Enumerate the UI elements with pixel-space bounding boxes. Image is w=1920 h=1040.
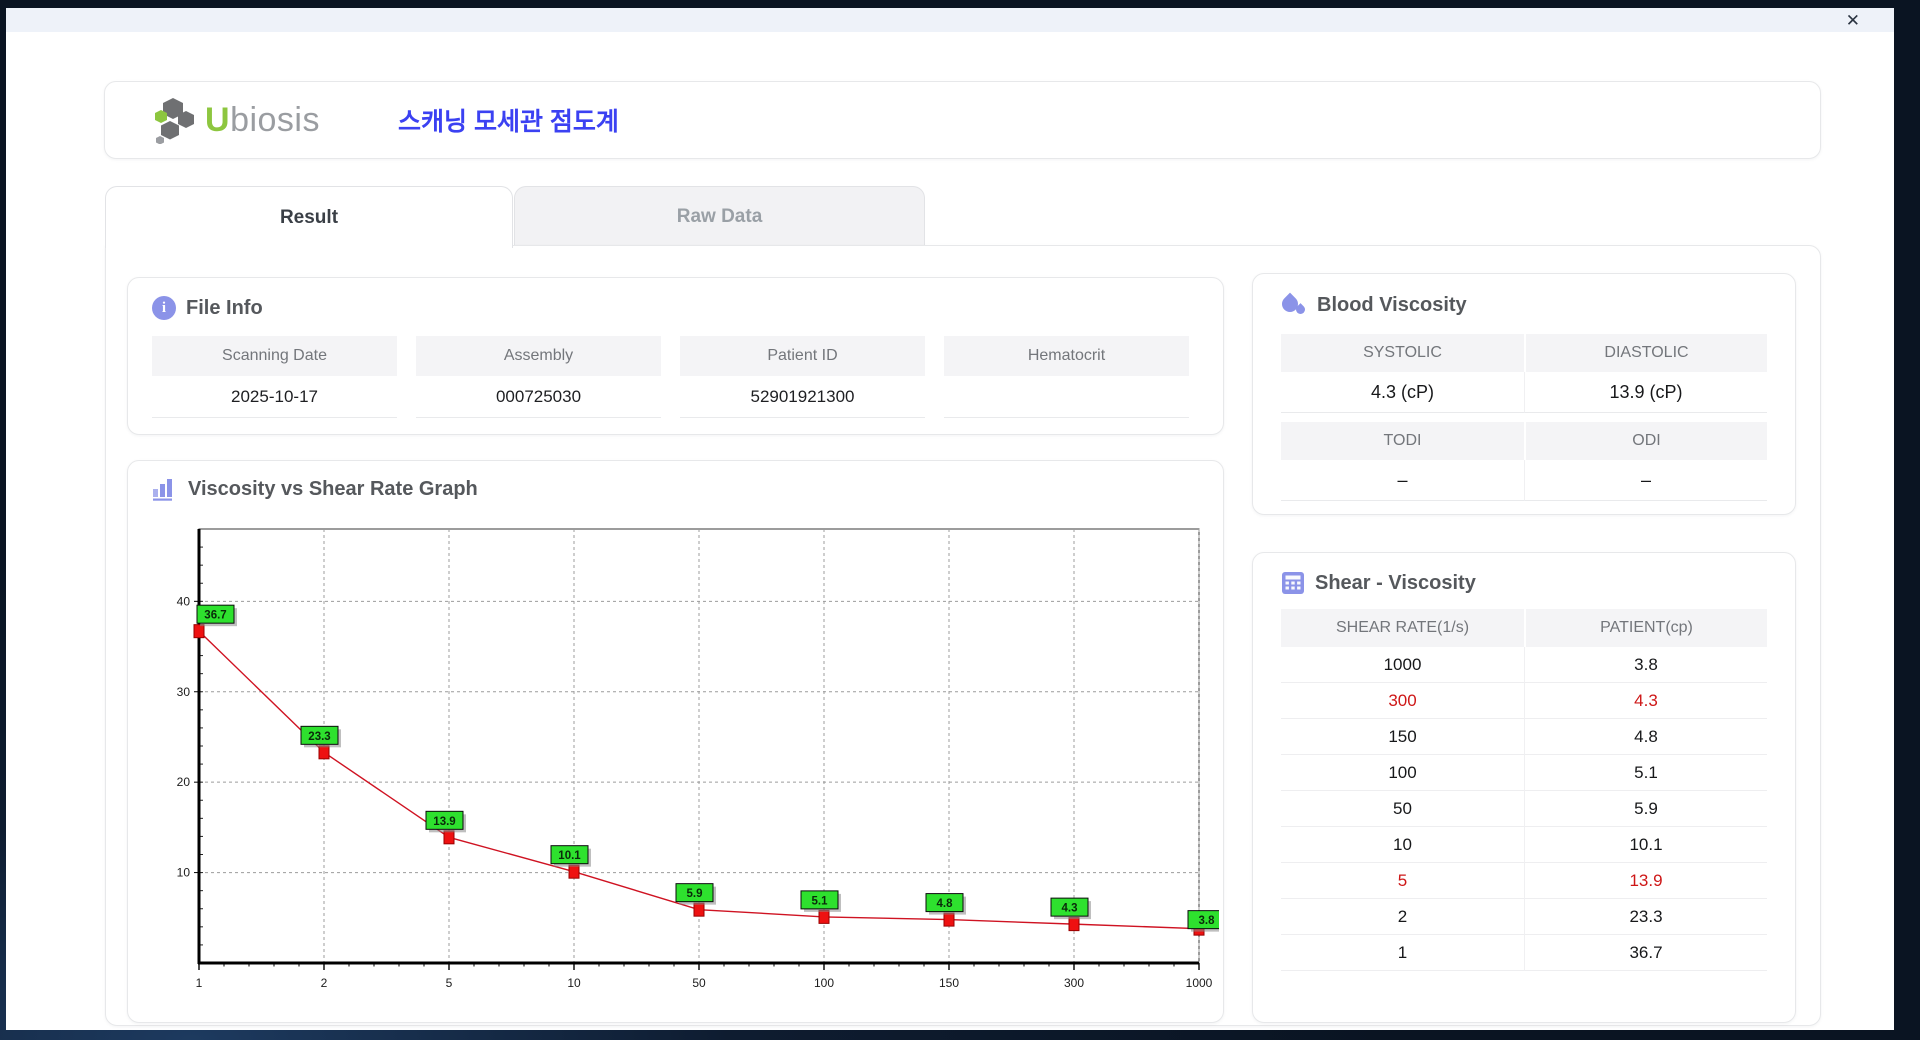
svg-text:10: 10 xyxy=(567,976,581,990)
svg-text:1000: 1000 xyxy=(1186,976,1213,990)
patient-cell: 5.1 xyxy=(1524,755,1767,791)
main-content: i File Info Scanning Date 2025-10-17 Assem… xyxy=(105,245,1821,1026)
field-label: Patient ID xyxy=(680,336,925,376)
svg-text:36.7: 36.7 xyxy=(204,610,226,622)
svg-text:300: 300 xyxy=(1064,976,1084,990)
svg-text:50: 50 xyxy=(692,976,706,990)
table-row: 10 10.1 xyxy=(1281,827,1767,863)
svg-text:10: 10 xyxy=(177,866,191,880)
svg-text:30: 30 xyxy=(177,685,191,699)
file-info-fields: Scanning Date 2025-10-17 Assembly 000725030… xyxy=(152,336,1223,418)
table-row: 300 4.3 xyxy=(1281,683,1767,719)
ubiosis-logo-text: Ubiosis xyxy=(205,100,320,139)
table-row: 5 13.9 xyxy=(1281,863,1767,899)
table-row: 1000 3.8 xyxy=(1281,647,1767,683)
svg-text:5.9: 5.9 xyxy=(687,888,703,900)
svg-text:5: 5 xyxy=(446,976,453,990)
shear-rate-cell: 1000 xyxy=(1281,647,1524,683)
svg-text:4.8: 4.8 xyxy=(937,898,954,910)
systolic-value: 4.3 (cP) xyxy=(1281,372,1524,413)
shear-viscosity-card: Shear - Viscosity SHEAR RATE(1/s) PATIEN… xyxy=(1252,552,1796,1023)
blood-viscosity-title: Blood Viscosity xyxy=(1317,293,1467,316)
svg-text:3.8: 3.8 xyxy=(1199,915,1216,927)
table-row: 2 23.3 xyxy=(1281,899,1767,935)
svg-text:13.9: 13.9 xyxy=(433,816,455,828)
field-value: 52901921300 xyxy=(680,376,925,418)
svg-text:5.1: 5.1 xyxy=(812,895,829,907)
close-icon[interactable]: ✕ xyxy=(1846,12,1860,29)
shear-rate-cell: 300 xyxy=(1281,683,1524,719)
field-label: Assembly xyxy=(416,336,661,376)
svg-text:100: 100 xyxy=(814,976,834,990)
blood-viscosity-card: Blood Viscosity SYSTOLIC DIASTOLIC 4.3 (… xyxy=(1252,273,1796,515)
patient-column-header: PATIENT(cp) xyxy=(1524,609,1767,647)
blood-viscosity-table: SYSTOLIC DIASTOLIC 4.3 (cP) 13.9 (cP) TO… xyxy=(1281,334,1767,501)
svg-text:1: 1 xyxy=(196,976,203,990)
svg-text:20: 20 xyxy=(177,775,191,789)
info-icon: i xyxy=(152,296,176,320)
file-info-field-scanning-date: Scanning Date 2025-10-17 xyxy=(152,336,397,418)
patient-cell: 23.3 xyxy=(1524,899,1767,935)
table-row: 100 5.1 xyxy=(1281,755,1767,791)
tab-raw-data[interactable]: Raw Data xyxy=(514,186,925,247)
ubiosis-logo: Ubiosis xyxy=(153,96,320,144)
ubiosis-logo-icon xyxy=(155,98,194,144)
shear-rate-cell: 2 xyxy=(1281,899,1524,935)
patient-cell: 36.7 xyxy=(1524,935,1767,971)
svg-text:23.3: 23.3 xyxy=(308,731,330,743)
shear-rate-cell: 150 xyxy=(1281,719,1524,755)
table-row: 50 5.9 xyxy=(1281,791,1767,827)
odi-value: – xyxy=(1524,460,1767,501)
patient-cell: 5.9 xyxy=(1524,791,1767,827)
diastolic-header: DIASTOLIC xyxy=(1524,334,1767,372)
field-value: 2025-10-17 xyxy=(152,376,397,418)
viscosity-shear-chart: 10 20 30 40 1 2 5 10 50 100 150 300 1000 36.7 23.3 13.9… xyxy=(177,528,1219,990)
file-info-field-assembly: Assembly 000725030 xyxy=(416,336,661,418)
shear-rate-cell: 10 xyxy=(1281,827,1524,863)
todi-value: – xyxy=(1281,460,1524,501)
patient-cell: 10.1 xyxy=(1524,827,1767,863)
svg-text:150: 150 xyxy=(939,976,959,990)
file-info-field-hematocrit: Hematocrit xyxy=(944,336,1189,418)
field-label: Hematocrit xyxy=(944,336,1189,376)
page-title: 스캐닝 모세관 점도계 xyxy=(398,108,619,136)
patient-cell: 3.8 xyxy=(1524,647,1767,683)
patient-cell: 4.3 xyxy=(1524,683,1767,719)
header-card: Ubiosis 스캐닝 모세관 점도계 xyxy=(104,81,1821,159)
window-titlebar: ✕ xyxy=(6,8,1894,32)
diastolic-value: 13.9 (cP) xyxy=(1524,372,1767,413)
shear-viscosity-table: SHEAR RATE(1/s) PATIENT(cp) 1000 3.8 300 4.… xyxy=(1281,609,1767,971)
table-grid-icon xyxy=(1282,572,1304,594)
field-value: 000725030 xyxy=(416,376,661,418)
graph-card: Viscosity vs Shear Rate Graph 10 20 30 40 1 2… xyxy=(127,460,1224,1023)
file-info-title: File Info xyxy=(186,296,263,319)
patient-cell: 4.8 xyxy=(1524,719,1767,755)
file-info-card: i File Info Scanning Date 2025-10-17 Assem… xyxy=(127,277,1224,435)
odi-header: ODI xyxy=(1524,422,1767,460)
svg-text:4.3: 4.3 xyxy=(1062,903,1078,915)
field-value xyxy=(944,376,1189,418)
table-row: 1 36.7 xyxy=(1281,935,1767,971)
shear-rate-column-header: SHEAR RATE(1/s) xyxy=(1281,609,1524,647)
bar-chart-icon xyxy=(153,479,172,501)
shear-rate-cell: 50 xyxy=(1281,791,1524,827)
blood-drops-icon xyxy=(1278,292,1307,318)
field-label: Scanning Date xyxy=(152,336,397,376)
shear-rate-cell: 100 xyxy=(1281,755,1524,791)
file-info-field-patient-id: Patient ID 52901921300 xyxy=(680,336,925,418)
svg-text:2: 2 xyxy=(321,976,328,990)
patient-cell: 13.9 xyxy=(1524,863,1767,899)
app-window: ✕ Ubiosis 스캐닝 모세관 점도계 Result Raw Data i … xyxy=(6,8,1894,1030)
svg-text:40: 40 xyxy=(177,594,191,608)
graph-title: Viscosity vs Shear Rate Graph xyxy=(188,477,478,500)
shear-rate-cell: 1 xyxy=(1281,935,1524,971)
systolic-header: SYSTOLIC xyxy=(1281,334,1524,372)
svg-text:10.1: 10.1 xyxy=(558,850,581,862)
todi-header: TODI xyxy=(1281,422,1524,460)
tab-result[interactable]: Result xyxy=(105,186,513,248)
shear-rate-cell: 5 xyxy=(1281,863,1524,899)
shear-viscosity-title: Shear - Viscosity xyxy=(1315,571,1476,594)
table-row: 150 4.8 xyxy=(1281,719,1767,755)
